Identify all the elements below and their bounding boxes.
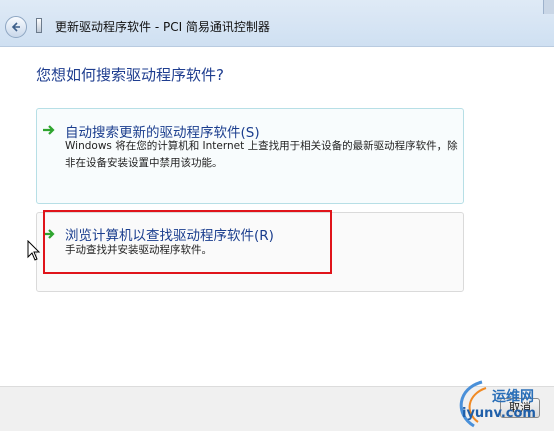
watermark-swoosh-icon [459, 380, 487, 428]
green-arrow-icon [43, 125, 55, 135]
back-button[interactable] [5, 16, 27, 38]
page-heading: 您想如何搜索驱动程序软件? [36, 66, 224, 84]
mouse-cursor-icon [27, 240, 41, 261]
window-title: 更新驱动程序软件 - PCI 简易通讯控制器 [55, 20, 270, 34]
red-highlight-box [43, 210, 332, 274]
site-watermark: 运维网 iyunv.com [452, 378, 554, 430]
option-auto-search[interactable]: 自动搜索更新的驱动程序软件(S) Windows 将在您的计算机和 Intern… [36, 108, 464, 204]
driver-device-icon [36, 18, 42, 33]
watermark-bottom-text: iyunv.com [462, 406, 536, 421]
watermark-top-text: 运维网 [492, 389, 534, 405]
close-button-edge[interactable] [543, 0, 554, 14]
back-arrow-icon [11, 22, 20, 32]
option-auto-search-description: Windows 将在您的计算机和 Internet 上查找用于相关设备的最新驱动… [65, 140, 458, 169]
title-bar: 更新驱动程序软件 - PCI 简易通讯控制器 [0, 0, 554, 47]
